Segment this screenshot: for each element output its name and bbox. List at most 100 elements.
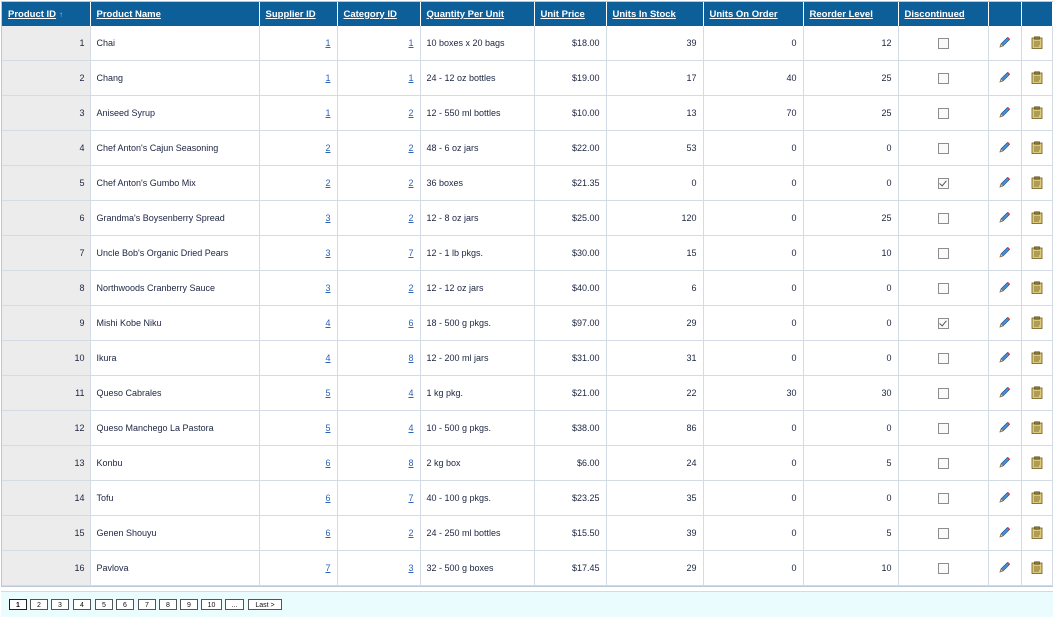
column-header-label[interactable]: Category ID: [344, 9, 397, 20]
category-id-link[interactable]: 4: [408, 388, 413, 398]
column-header-label[interactable]: Reorder Level: [810, 9, 873, 20]
pager-page-button[interactable]: 6: [116, 599, 134, 610]
column-header-quantity-per-unit[interactable]: Quantity Per Unit: [420, 2, 535, 26]
supplier-id-link[interactable]: 6: [325, 493, 330, 503]
discontinued-cell: [898, 340, 989, 376]
clipboard-icon[interactable]: [1031, 386, 1043, 401]
pencil-icon[interactable]: [998, 526, 1011, 541]
column-header-label[interactable]: Units In Stock: [613, 9, 676, 20]
pencil-icon[interactable]: [998, 456, 1011, 471]
column-header-unit-price[interactable]: Unit Price: [534, 2, 607, 26]
supplier-id-link[interactable]: 6: [325, 528, 330, 538]
clipboard-icon[interactable]: [1031, 141, 1043, 156]
pencil-icon[interactable]: [998, 106, 1011, 121]
supplier-id-link[interactable]: 1: [325, 38, 330, 48]
clipboard-icon[interactable]: [1031, 491, 1043, 506]
pencil-icon[interactable]: [998, 211, 1011, 226]
table-row: 1 Chai 1 1 10 boxes x 20 bags $18.00 39 0 12: [2, 26, 1053, 61]
column-header-label[interactable]: Product Name: [97, 9, 161, 20]
column-header-discontinued[interactable]: Discontinued: [898, 2, 989, 26]
supplier-id-link[interactable]: 6: [325, 458, 330, 468]
pager-page-button[interactable]: 8: [159, 599, 177, 610]
clipboard-icon[interactable]: [1031, 351, 1043, 366]
category-id-link[interactable]: 7: [408, 248, 413, 258]
clipboard-icon[interactable]: [1031, 561, 1043, 576]
column-header-reorder-level[interactable]: Reorder Level: [803, 2, 899, 26]
pager-page-button[interactable]: 7: [138, 599, 156, 610]
pencil-icon[interactable]: [998, 386, 1011, 401]
pencil-icon[interactable]: [998, 351, 1011, 366]
column-header-label[interactable]: Product ID: [8, 9, 56, 20]
column-header-label[interactable]: Units On Order: [710, 9, 778, 20]
clipboard-icon[interactable]: [1031, 211, 1043, 226]
pencil-icon[interactable]: [998, 71, 1011, 86]
category-id-link[interactable]: 2: [408, 178, 413, 188]
pager-page-button[interactable]: 1: [9, 599, 27, 610]
pager-ellipsis-button[interactable]: ...: [225, 599, 244, 610]
supplier-id-link[interactable]: 5: [325, 388, 330, 398]
column-header-units-on-order[interactable]: Units On Order: [703, 2, 804, 26]
supplier-id-link[interactable]: 3: [325, 283, 330, 293]
supplier-id-link[interactable]: 1: [325, 73, 330, 83]
clipboard-icon[interactable]: [1031, 176, 1043, 191]
pencil-icon[interactable]: [998, 316, 1011, 331]
pencil-icon[interactable]: [998, 561, 1011, 576]
clipboard-icon[interactable]: [1031, 526, 1043, 541]
category-id-link[interactable]: 6: [408, 318, 413, 328]
pager-page-button[interactable]: 3: [51, 599, 69, 610]
category-id-link[interactable]: 8: [408, 458, 413, 468]
column-header-category-id[interactable]: Category ID: [337, 2, 421, 26]
pager-page-button[interactable]: 9: [180, 599, 198, 610]
column-header-label[interactable]: Quantity Per Unit: [427, 9, 505, 20]
supplier-id-link[interactable]: 3: [325, 213, 330, 223]
clipboard-icon[interactable]: [1031, 421, 1043, 436]
category-id-link[interactable]: 3: [408, 563, 413, 573]
pencil-icon[interactable]: [998, 246, 1011, 261]
clipboard-icon[interactable]: [1031, 246, 1043, 261]
category-id-link[interactable]: 2: [408, 213, 413, 223]
clipboard-icon[interactable]: [1031, 36, 1043, 51]
column-header-label[interactable]: Discontinued: [905, 9, 965, 20]
supplier-id-link[interactable]: 7: [325, 563, 330, 573]
column-header-label[interactable]: Unit Price: [541, 9, 585, 20]
column-header-units-in-stock[interactable]: Units In Stock: [606, 2, 704, 26]
pager-last-button[interactable]: Last >: [248, 599, 282, 610]
category-id-link[interactable]: 4: [408, 423, 413, 433]
pencil-icon[interactable]: [998, 491, 1011, 506]
category-id-link[interactable]: 2: [408, 283, 413, 293]
supplier-id-link[interactable]: 3: [325, 248, 330, 258]
pencil-icon[interactable]: [998, 421, 1011, 436]
category-id-link[interactable]: 2: [408, 528, 413, 538]
pager-page-button[interactable]: 4: [73, 599, 91, 610]
clipboard-icon[interactable]: [1031, 106, 1043, 121]
category-id-link[interactable]: 7: [408, 493, 413, 503]
category-id-cell: 2: [337, 200, 421, 236]
category-id-link[interactable]: 1: [408, 73, 413, 83]
clipboard-icon[interactable]: [1031, 281, 1043, 296]
pager-page-button[interactable]: 2: [30, 599, 48, 610]
supplier-id-link[interactable]: 4: [325, 353, 330, 363]
clipboard-icon[interactable]: [1031, 71, 1043, 86]
column-header-product-name[interactable]: Product Name: [90, 2, 260, 26]
supplier-id-link[interactable]: 5: [325, 423, 330, 433]
clipboard-icon[interactable]: [1031, 316, 1043, 331]
category-id-link[interactable]: 8: [408, 353, 413, 363]
category-id-link[interactable]: 2: [408, 108, 413, 118]
column-header-label[interactable]: Supplier ID: [266, 9, 316, 20]
pager-page-button[interactable]: 10: [201, 599, 222, 610]
pencil-icon[interactable]: [998, 281, 1011, 296]
supplier-id-link[interactable]: 1: [325, 108, 330, 118]
pager-page-button[interactable]: 5: [95, 599, 113, 610]
pencil-icon[interactable]: [998, 176, 1011, 191]
column-header-product-id[interactable]: Product ID ↑: [2, 2, 91, 26]
category-id-link[interactable]: 1: [408, 38, 413, 48]
category-id-link[interactable]: 2: [408, 143, 413, 153]
delete-cell: [1021, 95, 1053, 131]
pencil-icon[interactable]: [998, 141, 1011, 156]
supplier-id-link[interactable]: 2: [325, 143, 330, 153]
column-header-supplier-id[interactable]: Supplier ID: [259, 2, 338, 26]
clipboard-icon[interactable]: [1031, 456, 1043, 471]
supplier-id-link[interactable]: 2: [325, 178, 330, 188]
supplier-id-link[interactable]: 4: [325, 318, 330, 328]
pencil-icon[interactable]: [998, 36, 1011, 51]
